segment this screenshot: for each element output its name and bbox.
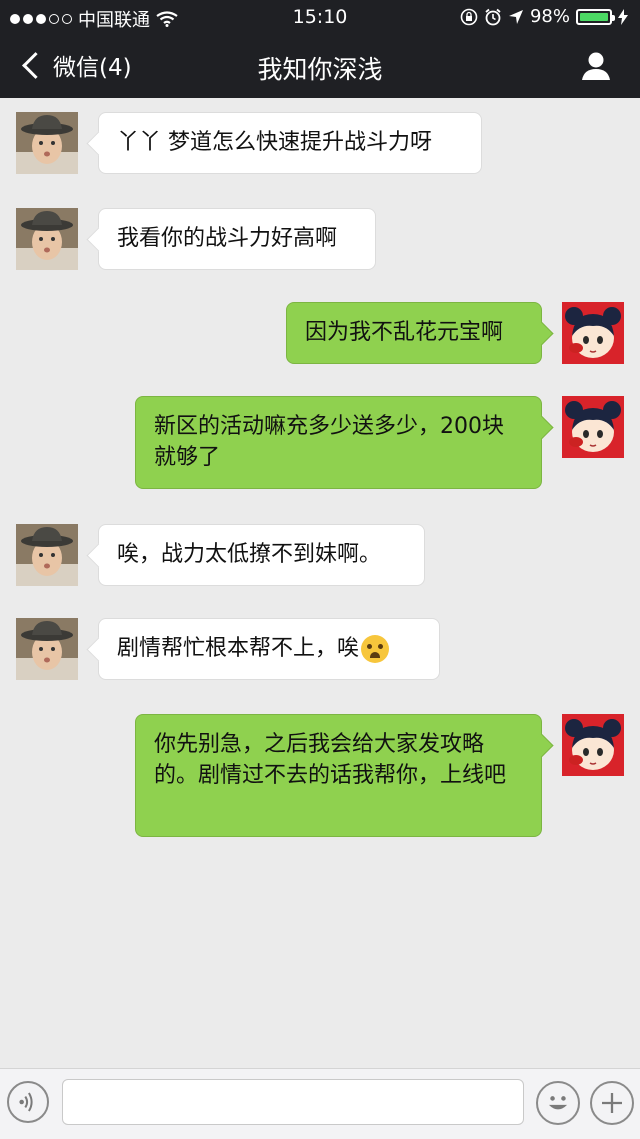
- user-avatar[interactable]: [562, 396, 624, 458]
- message-text: 剧情帮忙根本帮不上，唉: [117, 636, 360, 661]
- crying-face-icon: [361, 635, 390, 663]
- input-bar: [0, 1068, 640, 1139]
- message-bubble-incoming[interactable]: 唉，战力太低撩不到妹啊。: [98, 524, 425, 586]
- emoji-icon[interactable]: [536, 1081, 580, 1125]
- status-right: 98%: [460, 6, 628, 27]
- message-bubble-outgoing[interactable]: 你先别急，之后我会给大家发攻略的。剧情过不去的话我帮你，上线吧: [135, 714, 542, 837]
- nav-bar: 微信(4) 我知你深浅: [0, 34, 640, 98]
- battery-icon: [576, 8, 615, 25]
- message-row: 因为我不乱花元宝啊: [0, 302, 640, 366]
- voice-icon[interactable]: [7, 1081, 49, 1123]
- lock-rotation-icon: [460, 8, 478, 25]
- profile-icon[interactable]: [580, 50, 612, 82]
- user-avatar[interactable]: [562, 302, 624, 364]
- message-row: 唉，战力太低撩不到妹啊。: [0, 524, 640, 588]
- contact-avatar[interactable]: [16, 618, 78, 680]
- location-icon: [508, 9, 523, 24]
- message-bubble-incoming[interactable]: 我看你的战斗力好高啊: [98, 208, 376, 270]
- contact-avatar[interactable]: [16, 112, 78, 174]
- message-list[interactable]: 丫丫 梦道怎么快速提升战斗力呀 我看你的战斗力好高啊 因为我不乱花元宝啊 新区的: [0, 98, 640, 1068]
- user-avatar[interactable]: [562, 714, 624, 776]
- top-bar: 中国联通 15:10 98% 微信(4) 我知你深浅: [0, 0, 640, 98]
- message-row: 丫丫 梦道怎么快速提升战斗力呀: [0, 112, 640, 176]
- message-bubble-incoming[interactable]: 剧情帮忙根本帮不上，唉: [98, 618, 440, 680]
- message-row: 我看你的战斗力好高啊: [0, 208, 640, 272]
- message-row: 你先别急，之后我会给大家发攻略的。剧情过不去的话我帮你，上线吧: [0, 714, 640, 838]
- chat-title: 我知你深浅: [257, 55, 383, 84]
- message-row: 新区的活动嘛充多少送多少，200块就够了: [0, 396, 640, 490]
- contact-avatar[interactable]: [16, 208, 78, 270]
- status-bar: 中国联通 15:10 98%: [0, 0, 640, 34]
- contact-avatar[interactable]: [16, 524, 78, 586]
- plus-icon[interactable]: [590, 1081, 634, 1125]
- battery-percent: 98%: [529, 6, 570, 27]
- message-row: 剧情帮忙根本帮不上，唉: [0, 618, 640, 682]
- message-bubble-outgoing[interactable]: 新区的活动嘛充多少送多少，200块就够了: [135, 396, 542, 489]
- alarm-icon: [485, 8, 501, 25]
- message-bubble-incoming[interactable]: 丫丫 梦道怎么快速提升战斗力呀: [98, 112, 482, 174]
- message-input[interactable]: [62, 1079, 524, 1125]
- message-bubble-outgoing[interactable]: 因为我不乱花元宝啊: [286, 302, 542, 364]
- charging-icon: [618, 8, 628, 25]
